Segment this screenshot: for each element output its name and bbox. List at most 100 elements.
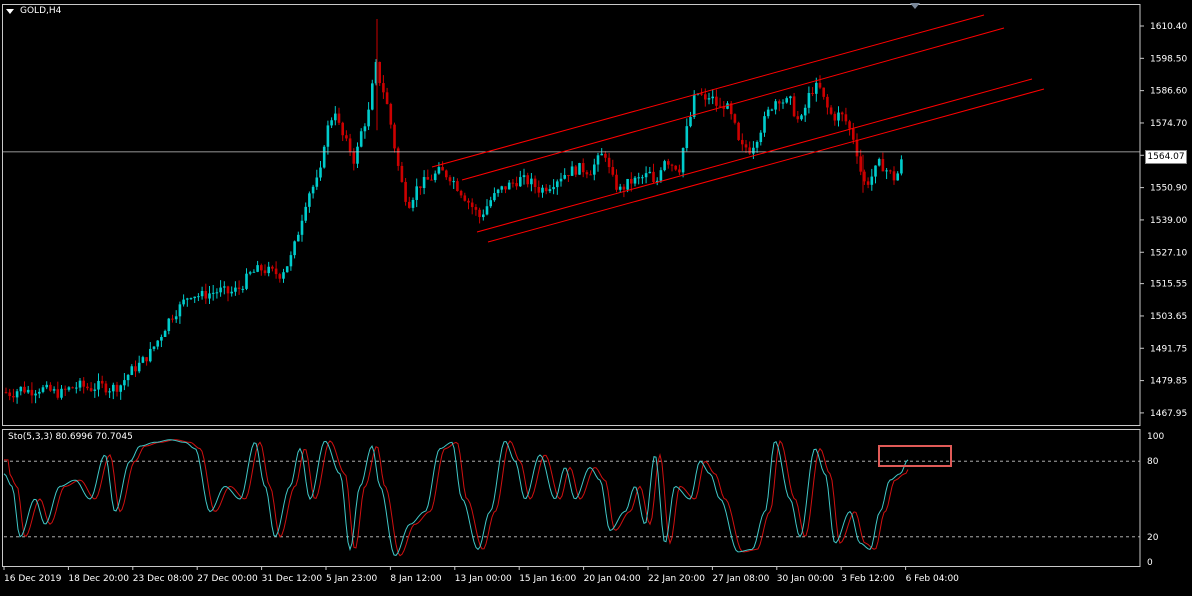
current-price-tag: 1564.07: [1145, 150, 1187, 164]
candle-body: [467, 200, 470, 203]
candle-body: [356, 146, 359, 164]
time-axis-label: 8 Jan 12:00: [390, 574, 442, 584]
candle-body: [93, 389, 97, 391]
channel-line: [487, 88, 1045, 243]
price-axis-label: 1550.90: [1150, 184, 1187, 194]
highlight-box: [878, 445, 952, 467]
candle-body: [186, 298, 189, 300]
candle-body: [237, 287, 241, 289]
candle-body: [752, 147, 755, 154]
candle-body: [41, 387, 45, 392]
candle-body: [574, 166, 578, 175]
candle-body: [474, 207, 478, 210]
indicator-panel-border: [2, 429, 1141, 567]
candle-body: [459, 190, 463, 196]
candle-body: [419, 186, 422, 189]
price-axis-label: 1527.10: [1150, 248, 1187, 258]
chart-shift-marker-icon[interactable]: [910, 3, 920, 9]
chart-menu-icon[interactable]: [6, 9, 14, 14]
candle-body: [678, 169, 681, 173]
time-axis-label: 18 Dec 20:00: [68, 574, 129, 584]
candle-body: [123, 380, 126, 386]
stochastic-signal-line: [4, 439, 909, 557]
chart-window[interactable]: 1610.401598.501586.601574.701562.801550.…: [0, 0, 1192, 592]
candle-body: [652, 171, 655, 183]
price-axis-label: 1467.95: [1150, 409, 1187, 419]
candle-body: [4, 392, 8, 394]
candle-body: [197, 296, 200, 298]
candle-body: [45, 384, 48, 388]
candle-body: [371, 83, 374, 110]
candle-body: [193, 296, 196, 299]
candle-body: [670, 164, 674, 166]
candle-body: [282, 272, 285, 279]
candle-body: [637, 177, 640, 179]
candle-body: [500, 186, 504, 190]
candle-body: [15, 391, 19, 398]
candle-body: [223, 286, 226, 288]
candle-body: [234, 287, 237, 292]
candle-body: [874, 165, 877, 177]
candle-body: [596, 155, 600, 165]
candle-body: [826, 96, 829, 108]
stochastic-axis-label: 0: [1147, 558, 1153, 568]
candle-body: [389, 104, 393, 125]
candle-body: [38, 391, 41, 394]
candle-body: [885, 170, 888, 172]
price-axis-label: 1598.50: [1150, 54, 1187, 64]
chart-title: GOLD,H4: [20, 6, 62, 16]
candle-body: [78, 380, 82, 388]
candle-body: [896, 173, 899, 181]
candle-body: [759, 132, 763, 143]
candle-body: [245, 273, 248, 289]
candle-body: [611, 167, 615, 175]
candle-body: [226, 286, 230, 294]
candle-body: [800, 115, 803, 120]
candle-body: [171, 318, 174, 320]
candle-body: [115, 384, 119, 392]
price-axis-label: 1515.55: [1150, 280, 1187, 290]
candle-body: [263, 270, 267, 274]
candle-body: [463, 195, 467, 201]
candle-body: [733, 114, 737, 123]
price-axis-label: 1539.00: [1150, 216, 1187, 226]
candle-body: [489, 200, 492, 207]
candle-body: [633, 177, 637, 184]
candle-body: [415, 186, 418, 200]
candle-body: [870, 176, 874, 185]
candle-body: [26, 389, 30, 393]
candle-body: [260, 265, 263, 271]
candle-body: [833, 113, 837, 121]
time-axis-label: 20 Jan 04:00: [584, 574, 641, 584]
candle-body: [49, 384, 52, 391]
candle-body: [807, 92, 811, 108]
candle-body: [200, 291, 204, 297]
candle-body: [711, 96, 714, 99]
candle-body: [267, 266, 270, 274]
candle-body: [189, 298, 193, 300]
candle-body: [852, 128, 855, 140]
candle-body: [452, 181, 455, 183]
candle-body: [163, 330, 167, 337]
stochastic-axis-label: 80: [1147, 457, 1159, 467]
candle-body: [493, 193, 496, 201]
candle-body: [877, 159, 881, 166]
candle-body: [12, 396, 15, 398]
candle-body: [408, 201, 411, 208]
stochastic-axis-label: 100: [1147, 432, 1164, 442]
candle-body: [30, 389, 34, 396]
candle-body: [567, 175, 570, 177]
candle-body: [34, 393, 37, 396]
chart-canvas[interactable]: 1610.401598.501586.601574.701562.801550.…: [0, 0, 1192, 592]
candle-body: [511, 182, 515, 184]
candle-body: [271, 266, 274, 269]
candle-body: [900, 159, 903, 174]
candle-body: [822, 87, 825, 97]
candle-body: [530, 178, 533, 185]
candle-body: [297, 234, 300, 242]
time-axis-label: 31 Dec 12:00: [262, 574, 323, 584]
candle-body: [803, 107, 807, 116]
candle-body: [178, 304, 182, 317]
price-axis-label: 1574.70: [1150, 119, 1187, 129]
candle-body: [204, 291, 208, 299]
